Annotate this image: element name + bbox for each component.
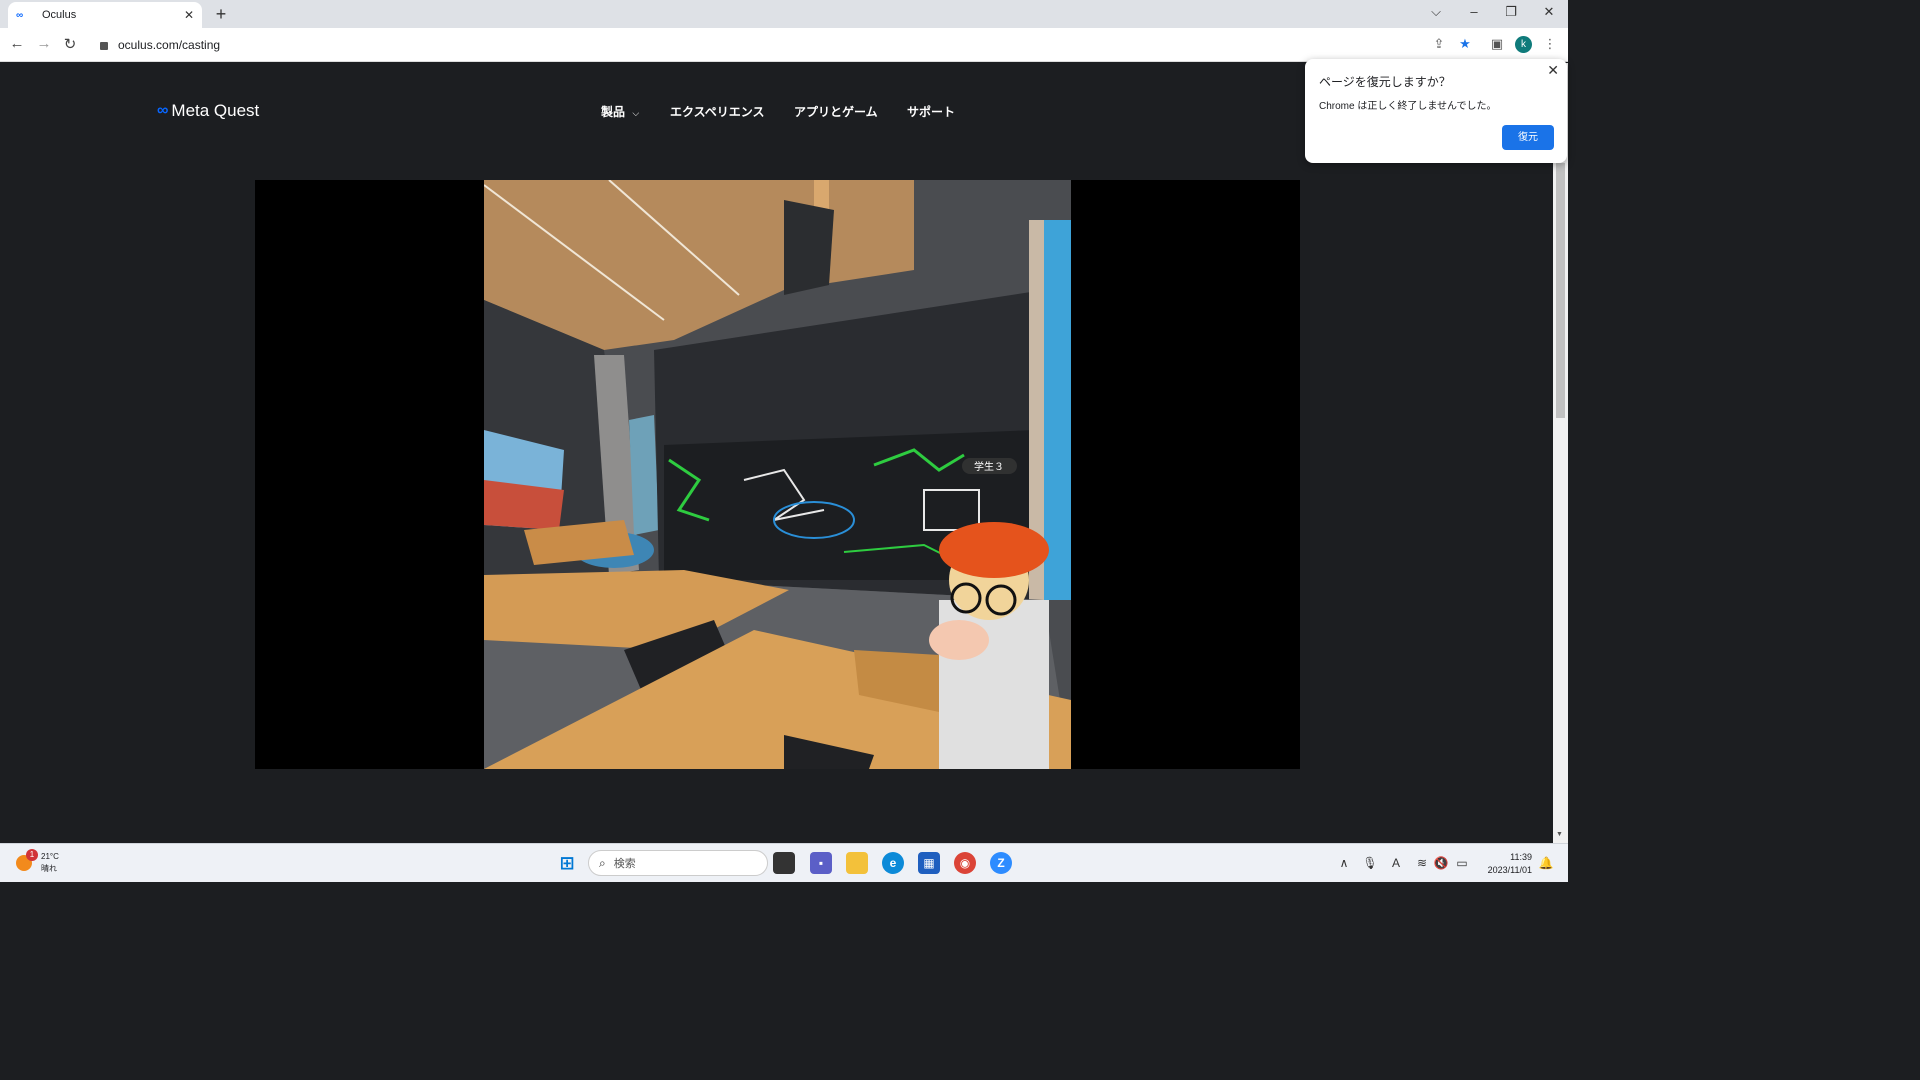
search-placeholder: 検索 [613, 858, 636, 870]
battery-icon[interactable]: ▭ [1454, 856, 1470, 870]
close-tab-icon[interactable]: ✕ [184, 8, 194, 22]
vr-scene-image: 学生３ [484, 180, 1071, 769]
nav-products-label: 製品 [601, 105, 626, 119]
address-bar[interactable]: oculus.com/casting [90, 32, 1484, 58]
ms-store-icon[interactable]: ▦ [918, 852, 940, 874]
speaker-muted-icon[interactable]: 🔇 [1433, 856, 1449, 870]
search-icon: ⌕ [599, 855, 606, 870]
nav-products[interactable]: 製品 ⌵ [601, 103, 639, 120]
minimize-button[interactable]: – [1464, 4, 1484, 19]
nav-apps-games[interactable]: アプリとゲーム [794, 103, 878, 120]
weather-temp: 21°C [41, 852, 59, 861]
new-tab-button[interactable]: + [212, 4, 230, 25]
browser-tab-bar: ∞ Oculus ✕ + ⌵ – ❐ ✕ [0, 0, 1568, 28]
restore-window-button[interactable]: ❐ [1501, 4, 1521, 20]
scrollbar-thumb[interactable] [1556, 163, 1565, 418]
chevron-down-icon: ⌵ [632, 108, 640, 118]
scroll-down-icon[interactable]: ▼ [1556, 831, 1563, 838]
close-window-button[interactable]: ✕ [1539, 4, 1559, 20]
clock-date: 2023/11/01 [1487, 865, 1532, 875]
nav-support[interactable]: サポート [907, 103, 955, 120]
file-explorer-icon[interactable] [846, 852, 868, 874]
taskbar-clock[interactable]: 11:39 2023/11/01 [1478, 851, 1532, 877]
dialog-title: ページを復元しますか？ [1319, 75, 1451, 89]
share-icon[interactable]: ⇪ [1430, 36, 1448, 52]
chrome-icon[interactable]: ◉ [954, 852, 976, 874]
zoom-icon[interactable]: Z [990, 852, 1012, 874]
ime-icon[interactable]: A [1388, 856, 1404, 870]
logo-text: Meta Quest [171, 101, 260, 120]
dialog-message: Chrome は正しく終了しませんでした。 [1319, 101, 1497, 112]
meta-favicon-icon: ∞ [16, 9, 24, 21]
forward-button[interactable]: → [35, 35, 53, 52]
taskbar-search[interactable]: ⌕ 検索 [588, 850, 768, 876]
casting-video-player[interactable]: 学生３ [255, 180, 1300, 769]
reload-button[interactable]: ↻ [61, 35, 79, 53]
tab-title: Oculus [42, 9, 77, 21]
browser-tab[interactable]: ∞ Oculus ✕ [8, 2, 202, 28]
tab-search-icon[interactable]: ⌵ [1426, 4, 1446, 20]
notification-badge: 1 [26, 849, 38, 861]
nav-experiences[interactable]: エクスペリエンス [670, 103, 765, 120]
close-dialog-icon[interactable]: ✕ [1547, 62, 1559, 79]
microphone-icon[interactable]: 🎙 [1362, 856, 1378, 870]
restore-button[interactable]: 復元 [1502, 125, 1554, 150]
windows-taskbar: 1 21°C 晴れ ⊞ ⌕ 検索 ▪ e ▦ ◉ Z ∧ 🎙 A ≋ 🔇 ▭ 1… [0, 843, 1568, 882]
profile-avatar[interactable]: k [1515, 36, 1532, 53]
bookmark-star-icon[interactable]: ★ [1456, 36, 1474, 52]
windows-start-icon[interactable]: ⊞ [556, 852, 578, 874]
chrome-menu-icon[interactable]: ⋮ [1541, 36, 1559, 52]
sun-icon: 1 [16, 849, 38, 871]
page-content: ∞ Meta Quest 製品 ⌵ エクスペリエンス アプリとゲーム サポート [0, 63, 1553, 843]
wifi-icon[interactable]: ≋ [1414, 856, 1430, 870]
lock-icon[interactable] [100, 42, 108, 50]
restore-pages-dialog: ✕ ページを復元しますか？ Chrome は正しく終了しませんでした。 復元 [1305, 59, 1567, 163]
meta-quest-logo[interactable]: ∞ Meta Quest [157, 101, 259, 121]
url-text: oculus.com/casting [118, 38, 221, 52]
page-scrollbar[interactable]: ▲ ▼ [1553, 63, 1568, 843]
teams-chat-icon[interactable]: ▪ [810, 852, 832, 874]
meta-infinity-icon: ∞ [157, 102, 169, 119]
tray-overflow-icon[interactable]: ∧ [1336, 856, 1352, 870]
task-view-icon[interactable] [773, 852, 795, 874]
side-panel-icon[interactable]: ▣ [1488, 36, 1506, 52]
clock-time: 11:39 [1510, 852, 1532, 862]
back-button[interactable]: ← [8, 35, 26, 52]
notification-bell-icon[interactable]: 🔔 [1538, 856, 1554, 870]
scene-student-label: 学生３ [974, 460, 1004, 473]
browser-toolbar: ← → ↻ oculus.com/casting ⇪ ★ ▣ ⋮ [0, 28, 1568, 62]
weather-widget[interactable]: 1 21°C 晴れ [16, 849, 59, 875]
vr-classroom-scene: 学生３ [484, 180, 1071, 769]
weather-desc: 晴れ [41, 864, 57, 873]
edge-browser-icon[interactable]: e [882, 852, 904, 874]
